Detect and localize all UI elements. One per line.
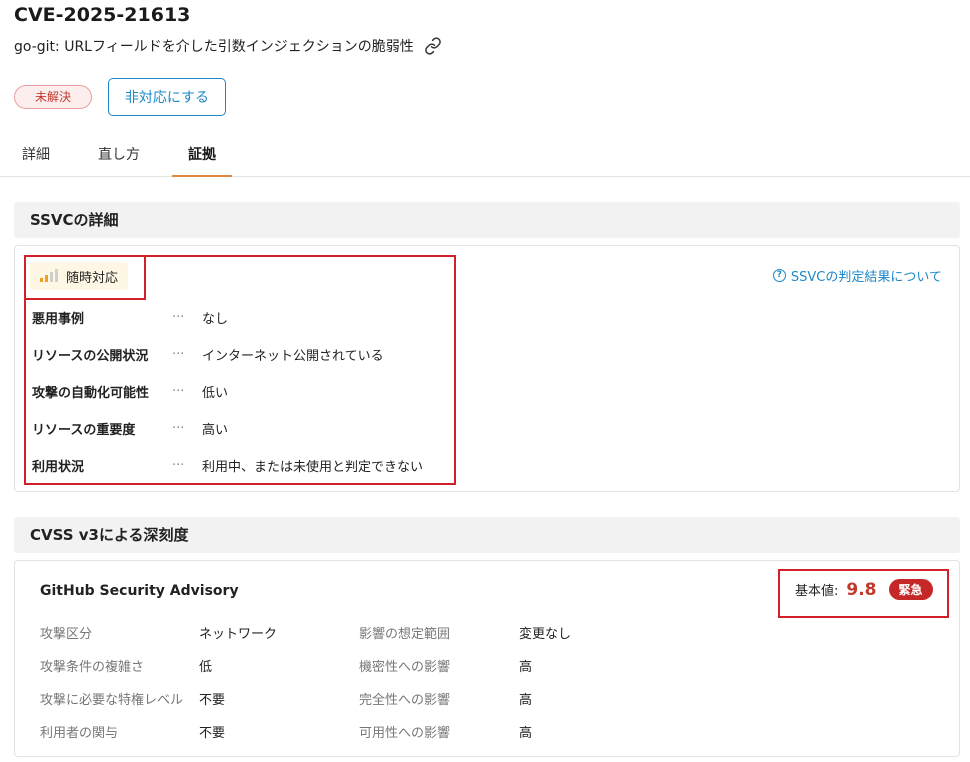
ssvc-highlight-box <box>24 255 456 485</box>
metric-label: 完全性への影響 <box>359 693 451 708</box>
tab-bar: 詳細 直し方 証拠 <box>0 138 970 177</box>
metric-label: 可用性への影響 <box>359 726 451 741</box>
description-text: go-git: URLフィールドを介した引数インジェクションの脆弱性 <box>14 39 414 55</box>
ssvc-about-link-text: SSVCの判定結果について <box>790 270 942 285</box>
help-circle-icon: ? <box>772 269 786 282</box>
metric-value: 不要 <box>199 726 226 741</box>
tab-remediation[interactable]: 直し方 <box>90 138 148 177</box>
tab-details[interactable]: 詳細 <box>14 138 58 177</box>
vulnerability-description: go-git: URLフィールドを介した引数インジェクションの脆弱性 <box>14 36 442 56</box>
metric-value: 低 <box>199 660 213 675</box>
metric-label: 攻撃区分 <box>40 627 93 642</box>
status-badge: 未解決 <box>14 85 93 109</box>
cvss-section-title: CVSS v3による深刻度 <box>14 517 960 553</box>
metric-value: 不要 <box>199 693 226 708</box>
metric-label: 攻撃に必要な特権レベル <box>40 693 184 708</box>
ignore-button[interactable]: 非対応にする <box>108 78 226 116</box>
metric-value: ネットワーク <box>199 627 278 642</box>
metric-value: 変更なし <box>519 627 572 642</box>
link-icon[interactable] <box>424 37 442 55</box>
page-title: CVE-2025-21613 <box>14 4 191 26</box>
metric-value: 高 <box>519 660 533 675</box>
metric-label: 利用者の関与 <box>40 726 119 741</box>
score-highlight-box <box>778 569 949 618</box>
metric-value: 高 <box>519 693 533 708</box>
metric-label: 攻撃条件の複雑さ <box>40 660 145 675</box>
cvss-source: GitHub Security Advisory <box>40 583 239 599</box>
metric-value: 高 <box>519 726 533 741</box>
ssvc-about-link[interactable]: ? SSVCの判定結果について <box>772 266 942 285</box>
tab-evidence[interactable]: 証拠 <box>172 138 232 177</box>
metric-label: 機密性への影響 <box>359 660 451 675</box>
metric-label: 影響の想定範囲 <box>359 627 451 642</box>
ssvc-section-title: SSVCの詳細 <box>14 202 960 238</box>
